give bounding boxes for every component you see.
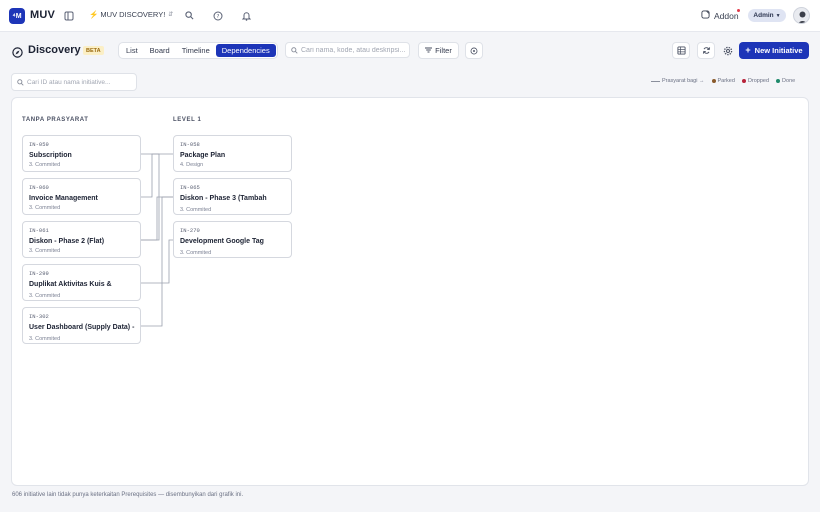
column-heading: LEVEL 1: [173, 117, 202, 123]
initiative-stage: 3. Commited: [180, 207, 212, 213]
dependency-link: [141, 196, 173, 241]
initiative-card[interactable]: IN-060 Invoice Management 3. Commited: [22, 178, 141, 215]
tab-dependencies[interactable]: Dependencies: [215, 44, 276, 57]
new-initiative-label: New Initiative: [754, 46, 803, 55]
gear-icon[interactable]: [722, 45, 733, 56]
notification-dot: [737, 9, 740, 12]
help-icon[interactable]: ?: [212, 10, 223, 21]
tag-icon: [470, 42, 478, 60]
initiative-id: IN-302: [29, 313, 49, 320]
beta-badge: BETA: [83, 46, 104, 55]
initiative-name: Package Plan: [180, 152, 226, 159]
filter-label: Filter: [435, 46, 452, 55]
legend-parked: Parked: [717, 78, 735, 84]
id-search-box: [11, 73, 137, 91]
initiative-name: Invoice Management: [29, 195, 98, 202]
initiative-name: Diskon - Phase 2 (Flat): [29, 238, 105, 245]
initiative-stage: 3. Commited: [29, 293, 61, 299]
search-input[interactable]: [301, 46, 406, 54]
initiative-id: IN-058: [180, 141, 200, 148]
initiative-name: User Dashboard (Supply Data) -: [29, 324, 135, 331]
initiative-card[interactable]: IN-270 Development Google Tag 3. Commite…: [173, 221, 292, 258]
table-icon: [676, 42, 686, 60]
search-icon[interactable]: [184, 10, 195, 21]
legend: Prasyarat bagi → Parked Dropped Done: [651, 78, 795, 84]
plus-icon: +: [745, 45, 751, 55]
search-box: [285, 42, 410, 58]
initiative-name: Development Google Tag: [180, 238, 264, 245]
sidebar-toggle-icon[interactable]: [63, 10, 75, 22]
initiative-stage: 3. Commited: [29, 205, 61, 211]
page-title: Discovery: [28, 44, 81, 56]
initiative-id: IN-061: [29, 227, 49, 234]
refresh-icon: [702, 42, 711, 60]
initiative-name: Duplikat Aktivitas Kuis &: [29, 281, 112, 288]
filter-icon: [425, 46, 433, 55]
brand-name: MUV: [30, 9, 56, 21]
dropped-dot-icon: [741, 79, 746, 83]
initiative-id: IN-299: [29, 270, 49, 277]
workspace-switcher[interactable]: ⚡ MUV DISCOVERY! ⇵: [89, 10, 173, 19]
initiative-name: Diskon - Phase 3 (Tambah: [180, 195, 267, 202]
filter-button[interactable]: Filter: [418, 42, 459, 59]
initiative-stage: 3. Commited: [29, 162, 61, 168]
compass-icon: [12, 45, 23, 63]
search-icon: [17, 73, 24, 91]
initiative-card[interactable]: IN-061 Diskon - Phase 2 (Flat) 3. Commit…: [22, 221, 141, 258]
addon-button[interactable]: Addon: [701, 10, 739, 21]
refresh-button[interactable]: [697, 42, 715, 59]
tab-board[interactable]: Board: [144, 44, 176, 57]
initiative-id: IN-270: [180, 227, 200, 234]
legend-done: Done: [782, 78, 796, 84]
parked-dot-icon: [711, 79, 716, 83]
workspace-name: ⚡ MUV DISCOVERY!: [89, 10, 166, 19]
dependency-graph: TANPA PRASYARAT LEVEL 1 IN-059 Subscript…: [11, 97, 809, 486]
search-icon: [291, 41, 298, 59]
svg-text:?: ?: [216, 14, 219, 20]
legend-dropped: Dropped: [747, 78, 770, 84]
chevron-updown-icon: ⇵: [168, 12, 174, 18]
chevron-down-icon: ▼: [775, 12, 781, 19]
admin-label: Admin: [753, 12, 774, 19]
initiative-id: IN-060: [29, 184, 49, 191]
initiative-card[interactable]: IN-299 Duplikat Aktivitas Kuis & 3. Comm…: [22, 264, 141, 301]
done-dot-icon: [776, 79, 781, 83]
spreadsheet-button[interactable]: [672, 42, 690, 59]
initiative-name: Subscription: [29, 152, 72, 159]
initiative-card[interactable]: IN-065 Diskon - Phase 3 (Tambah 3. Commi…: [173, 178, 292, 215]
initiative-card[interactable]: IN-058 Package Plan 4. Design: [173, 135, 292, 172]
initiative-card[interactable]: IN-302 User Dashboard (Supply Data) - 3.…: [22, 307, 141, 344]
top-bar: ⁴M MUV ⚡ MUV DISCOVERY! ⇵ ? Addon Admin …: [0, 0, 820, 32]
dependency-link: [141, 153, 173, 198]
dependency-link: [141, 239, 173, 284]
app-logo[interactable]: ⁴M: [9, 8, 25, 24]
initiative-card[interactable]: IN-059 Subscription 3. Commited: [22, 135, 141, 172]
initiative-stage: 3. Commited: [29, 336, 61, 342]
tab-list[interactable]: List: [120, 44, 144, 57]
initiative-stage: 3. Commited: [180, 250, 212, 256]
view-tabs: List Board Timeline Dependencies: [118, 42, 278, 59]
addon-label: Addon: [714, 10, 739, 21]
id-search-input[interactable]: [27, 78, 135, 86]
initiative-stage: 3. Commited: [29, 248, 61, 254]
avatar[interactable]: [793, 7, 810, 24]
new-initiative-button[interactable]: + New Initiative: [739, 42, 809, 59]
tab-timeline[interactable]: Timeline: [176, 44, 216, 57]
prerequisite-line-icon: [651, 80, 660, 82]
column-heading: TANPA PRASYARAT: [22, 117, 89, 123]
initiative-id: IN-065: [180, 184, 200, 191]
bell-icon[interactable]: [241, 10, 252, 21]
initiative-id: IN-059: [29, 141, 49, 148]
legend-link-label: Prasyarat bagi →: [662, 78, 705, 84]
hidden-initiatives-note: 606 initiative lain tidak punya keterkai…: [12, 492, 244, 498]
admin-menu[interactable]: Admin ▼: [748, 9, 786, 22]
initiative-stage: 4. Design: [180, 162, 204, 168]
saved-views-button[interactable]: [465, 42, 483, 59]
addon-icon: [701, 10, 710, 21]
